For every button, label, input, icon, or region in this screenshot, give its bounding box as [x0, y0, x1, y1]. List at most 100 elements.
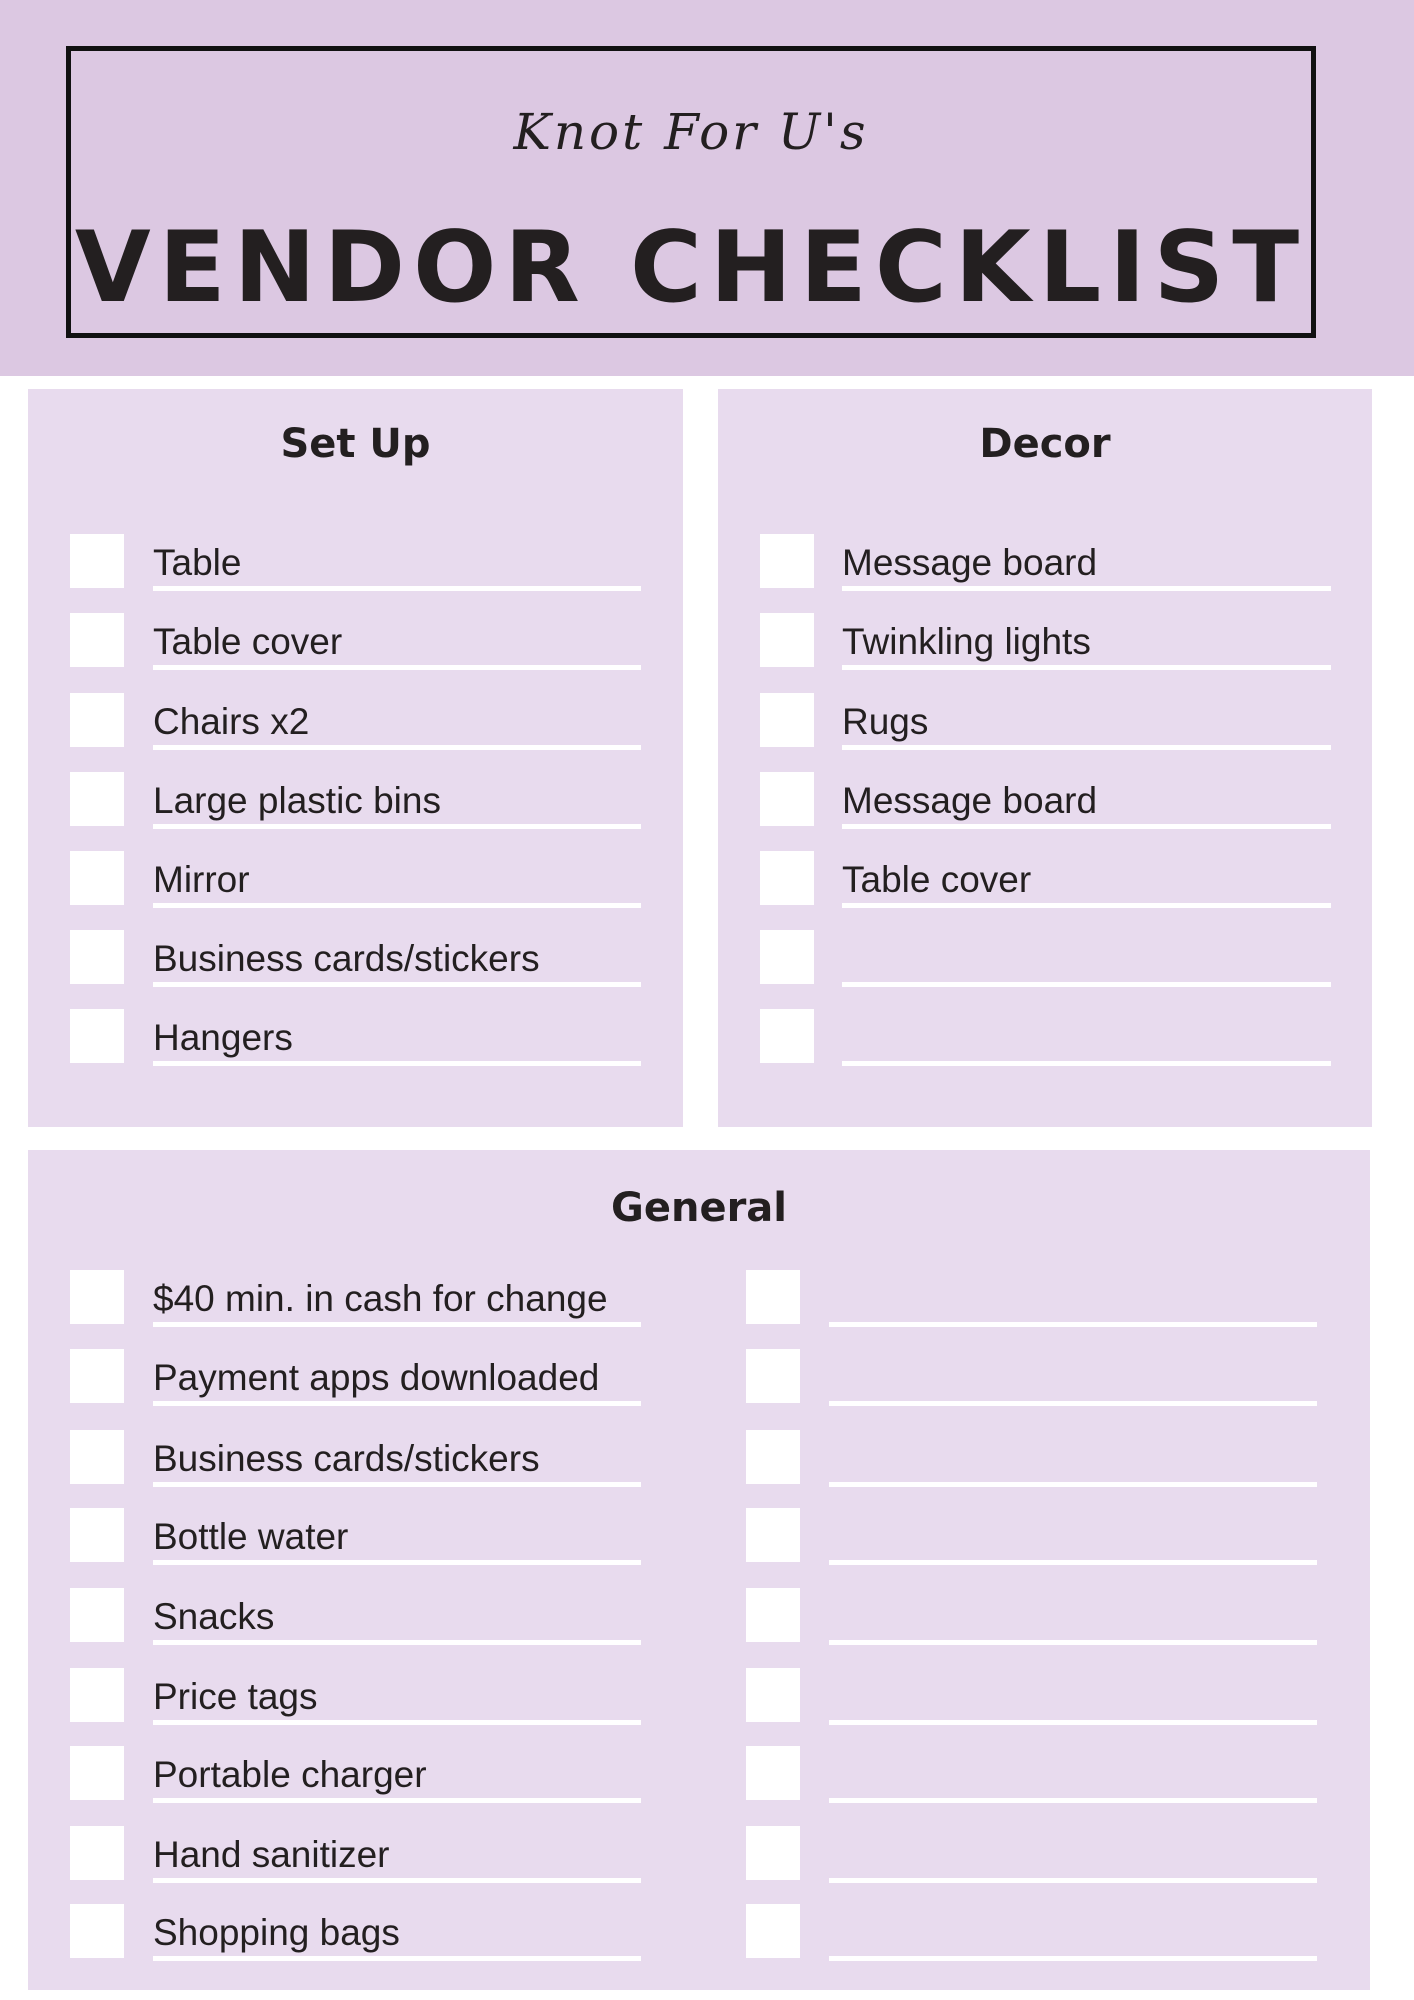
write-line: [153, 586, 641, 591]
general-blank-item: [746, 1904, 1317, 1964]
item-label: $40 min. in cash for change: [153, 1278, 608, 1319]
decor-panel: Decor Message board Twinkling lights Rugs M…: [718, 389, 1372, 1127]
general-item: Shopping bags: [70, 1904, 641, 1964]
checkbox[interactable]: [746, 1668, 800, 1722]
write-line: [829, 1640, 1317, 1645]
item-label: Table cover: [842, 859, 1032, 900]
setup-item: Table: [70, 534, 641, 594]
setup-item: Large plastic bins: [70, 772, 641, 832]
write-line: [829, 1720, 1317, 1725]
checkbox[interactable]: [746, 1904, 800, 1958]
write-line: [153, 982, 641, 987]
checkbox[interactable]: [70, 1009, 124, 1063]
write-line: [153, 824, 641, 829]
checkbox[interactable]: [70, 693, 124, 747]
general-heading: General: [611, 1185, 787, 1231]
checkbox[interactable]: [70, 772, 124, 826]
write-line: [153, 665, 641, 670]
decor-item: Twinkling lights: [760, 613, 1331, 673]
general-panel: General $40 min. in cash for change Payme…: [28, 1150, 1370, 1990]
checkbox[interactable]: [70, 1904, 124, 1958]
write-line: [153, 1798, 641, 1803]
write-line: [842, 586, 1331, 591]
checkbox[interactable]: [746, 1430, 800, 1484]
item-label: Chairs x2: [153, 701, 310, 742]
item-label: Hand sanitizer: [153, 1834, 390, 1875]
write-line: [153, 1061, 641, 1066]
write-line: [153, 1401, 641, 1406]
checkbox[interactable]: [70, 1349, 124, 1403]
checkbox[interactable]: [760, 772, 814, 826]
checkbox[interactable]: [70, 1826, 124, 1880]
setup-item: Mirror: [70, 851, 641, 911]
checkbox[interactable]: [760, 930, 814, 984]
general-item: Hand sanitizer: [70, 1826, 641, 1886]
checkbox[interactable]: [70, 1588, 124, 1642]
checkbox[interactable]: [70, 1270, 124, 1324]
general-item: Snacks: [70, 1588, 641, 1648]
checkbox[interactable]: [70, 930, 124, 984]
general-item: $40 min. in cash for change: [70, 1270, 641, 1330]
header-band: Knot For U's VENDOR CHECKLIST: [0, 0, 1414, 376]
item-label: Business cards/stickers: [153, 1438, 540, 1479]
write-line: [153, 1720, 641, 1725]
checkbox[interactable]: [70, 534, 124, 588]
checkbox[interactable]: [70, 1668, 124, 1722]
write-line: [153, 903, 641, 908]
general-blank-item: [746, 1508, 1317, 1568]
checkbox[interactable]: [760, 613, 814, 667]
general-item: Bottle water: [70, 1508, 641, 1568]
decor-item: Rugs: [760, 693, 1331, 753]
checkbox[interactable]: [746, 1349, 800, 1403]
item-label: Payment apps downloaded: [153, 1357, 600, 1398]
item-label: Business cards/stickers: [153, 938, 540, 979]
general-blank-item: [746, 1746, 1317, 1806]
write-line: [829, 1401, 1317, 1406]
decor-item: Message board: [760, 772, 1331, 832]
write-line: [829, 1482, 1317, 1487]
item-label: Message board: [842, 542, 1098, 583]
write-line: [153, 1560, 641, 1565]
checkbox[interactable]: [70, 1430, 124, 1484]
checkbox[interactable]: [70, 613, 124, 667]
item-label: Portable charger: [153, 1754, 427, 1795]
checkbox[interactable]: [746, 1826, 800, 1880]
checkbox[interactable]: [746, 1508, 800, 1562]
write-line: [829, 1878, 1317, 1883]
write-line: [829, 1956, 1317, 1961]
decor-heading: Decor: [979, 421, 1111, 467]
write-line: [153, 1956, 641, 1961]
general-item: Business cards/stickers: [70, 1430, 641, 1490]
write-line: [153, 1878, 641, 1883]
item-label: Table cover: [153, 621, 343, 662]
write-line: [153, 745, 641, 750]
checkbox[interactable]: [760, 693, 814, 747]
write-line: [842, 665, 1331, 670]
general-blank-item: [746, 1826, 1317, 1886]
item-label: Large plastic bins: [153, 780, 441, 821]
item-label: Message board: [842, 780, 1098, 821]
checkbox[interactable]: [746, 1746, 800, 1800]
checkbox[interactable]: [746, 1588, 800, 1642]
checkbox[interactable]: [746, 1270, 800, 1324]
checkbox[interactable]: [760, 851, 814, 905]
write-line: [842, 982, 1331, 987]
setup-item: Chairs x2: [70, 693, 641, 753]
decor-item: [760, 930, 1331, 990]
checkbox[interactable]: [70, 851, 124, 905]
general-blank-item: [746, 1588, 1317, 1648]
write-line: [842, 824, 1331, 829]
checkbox[interactable]: [760, 1009, 814, 1063]
general-blank-item: [746, 1668, 1317, 1728]
page-title: VENDOR CHECKLIST: [74, 211, 1308, 325]
checkbox[interactable]: [70, 1508, 124, 1562]
checkbox[interactable]: [70, 1746, 124, 1800]
write-line: [153, 1322, 641, 1327]
write-line: [842, 1061, 1331, 1066]
setup-item: Business cards/stickers: [70, 930, 641, 990]
item-label: Hangers: [153, 1017, 293, 1058]
general-blank-item: [746, 1430, 1317, 1490]
checkbox[interactable]: [760, 534, 814, 588]
write-line: [153, 1640, 641, 1645]
write-line: [153, 1482, 641, 1487]
